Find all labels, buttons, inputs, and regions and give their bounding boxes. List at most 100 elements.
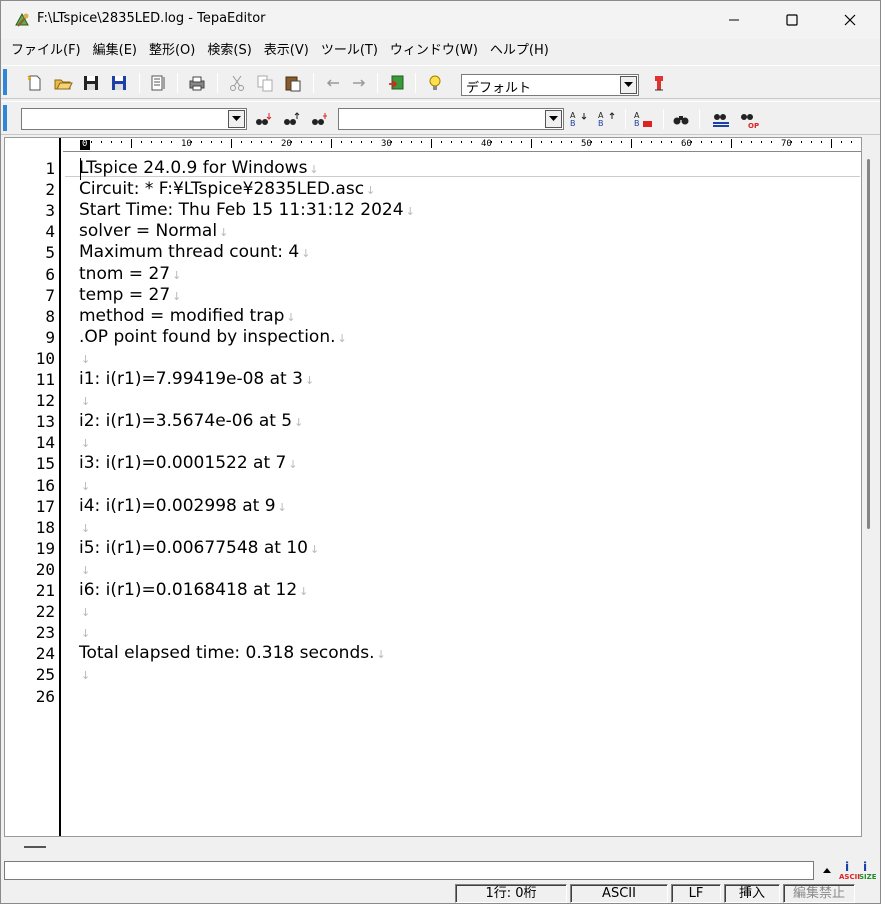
font-select[interactable]: デフォルト bbox=[461, 74, 639, 96]
replace-next-icon[interactable]: AB bbox=[569, 109, 589, 129]
editor-line[interactable]: i4: i(r1)=0.002998 at 9 ↓ bbox=[79, 496, 287, 518]
editor-line[interactable]: ↓ bbox=[79, 664, 90, 686]
chevron-down-icon[interactable] bbox=[620, 76, 637, 94]
save-icon[interactable] bbox=[81, 73, 101, 93]
editor-line-text: i4: i(r1)=0.002998 at 9 bbox=[79, 495, 276, 516]
replace-input[interactable] bbox=[338, 108, 564, 130]
print-icon[interactable] bbox=[187, 73, 207, 93]
toolbar-grip[interactable] bbox=[3, 105, 7, 131]
back-arrow-icon[interactable] bbox=[323, 73, 343, 93]
editor-line[interactable]: temp = 27 ↓ bbox=[79, 285, 181, 307]
replace-prev-icon[interactable]: AB bbox=[597, 109, 617, 129]
editor-line-text: i3: i(r1)=0.0001522 at 7 bbox=[79, 453, 287, 474]
editor-line[interactable]: Maximum thread count: 4 ↓ bbox=[79, 242, 310, 264]
ruler-tick bbox=[301, 141, 302, 143]
vertical-scroll-thumb[interactable] bbox=[867, 159, 870, 529]
ruler-tick bbox=[511, 141, 512, 143]
font-settings-icon[interactable] bbox=[649, 73, 669, 93]
editor-line[interactable]: LTspice 24.0.9 for Windows ↓ bbox=[79, 158, 319, 180]
find-op-icon[interactable]: OP bbox=[739, 109, 759, 129]
toolbar-separator bbox=[625, 109, 626, 129]
paste-icon[interactable] bbox=[283, 73, 303, 93]
vertical-scrollbar[interactable] bbox=[862, 137, 880, 837]
minimize-button[interactable] bbox=[705, 1, 763, 39]
line-break-marker: ↓ bbox=[81, 521, 91, 535]
editor-line[interactable]: ↓ bbox=[79, 475, 90, 497]
editor-line[interactable]: ↓ bbox=[79, 559, 90, 581]
horizontal-scrollbar[interactable] bbox=[4, 837, 862, 857]
ruler-tick bbox=[571, 141, 572, 143]
editor-line[interactable]: ↓ bbox=[79, 348, 90, 370]
editor-line[interactable]: Start Time: Thu Feb 15 11:31:12 2024 ↓ bbox=[79, 200, 415, 222]
toolbar-separator bbox=[177, 73, 178, 93]
ruler-tick bbox=[211, 141, 212, 143]
forward-arrow-icon[interactable] bbox=[349, 73, 369, 93]
jump-icon[interactable] bbox=[387, 73, 407, 93]
line-number: 4 bbox=[45, 222, 55, 242]
editor-line[interactable]: ↓ bbox=[79, 622, 90, 644]
line-number: 23 bbox=[35, 623, 55, 643]
editor-line[interactable]: solver = Normal ↓ bbox=[79, 221, 228, 243]
menu-search[interactable]: 検索(S) bbox=[201, 40, 257, 62]
line-number: 12 bbox=[35, 391, 55, 411]
encoding-status[interactable]: ASCII bbox=[570, 884, 668, 903]
close-button[interactable] bbox=[821, 1, 879, 39]
toolbar-grip[interactable] bbox=[3, 69, 7, 95]
ruler-tick bbox=[411, 141, 412, 143]
editor-line-text: solver = Normal bbox=[79, 221, 218, 242]
edit-lock-status[interactable]: 編集禁止 bbox=[783, 884, 855, 903]
save-as-icon[interactable] bbox=[109, 73, 129, 93]
menu-bar: ファイル(F) 編集(E) 整形(O) 検索(S) 表示(V) ツール(T) ウ… bbox=[1, 39, 880, 63]
chevron-down-icon[interactable] bbox=[228, 110, 245, 128]
ruler-tick bbox=[441, 141, 442, 143]
horizontal-scroll-thumb[interactable] bbox=[24, 846, 46, 848]
editor-line[interactable]: i5: i(r1)=0.00677548 at 10 ↓ bbox=[79, 538, 319, 560]
ruler-tick bbox=[361, 141, 362, 143]
editor-line[interactable]: i2: i(r1)=3.5674e-06 at 5 ↓ bbox=[79, 411, 303, 433]
menu-view[interactable]: 表示(V) bbox=[258, 40, 315, 62]
replace-all-icon[interactable]: AB bbox=[633, 109, 653, 129]
binoculars-icon[interactable] bbox=[671, 109, 691, 129]
menu-tools[interactable]: ツール(T) bbox=[315, 40, 384, 62]
menu-format[interactable]: 整形(O) bbox=[143, 40, 201, 62]
maximize-button[interactable] bbox=[763, 1, 821, 39]
find-all-icon[interactable] bbox=[309, 109, 329, 129]
ruler-tick bbox=[821, 141, 822, 143]
menu-help[interactable]: ヘルプ(H) bbox=[484, 40, 555, 62]
command-line-input[interactable] bbox=[4, 861, 814, 880]
editor-line[interactable]: i3: i(r1)=0.0001522 at 7 ↓ bbox=[79, 453, 298, 475]
open-file-icon[interactable] bbox=[53, 73, 73, 93]
chevron-down-icon[interactable] bbox=[545, 110, 562, 128]
editor-line[interactable]: .OP point found by inspection. ↓ bbox=[79, 327, 347, 349]
editor-line[interactable]: ↓ bbox=[79, 432, 90, 454]
insert-mode-status[interactable]: 挿入 bbox=[724, 884, 780, 903]
editor-line[interactable]: ↓ bbox=[79, 517, 90, 539]
line-ending-status[interactable]: LF bbox=[671, 884, 721, 903]
search-input[interactable] bbox=[21, 108, 247, 130]
editor-line[interactable]: ↓ bbox=[79, 390, 90, 412]
find-next-icon[interactable] bbox=[253, 109, 273, 129]
text-editor[interactable]: 1 2 3 4 5 6 7 8 9 10 11 12 13 14 15 16 17 18 19 20 21 22 23 24 2… bbox=[4, 137, 862, 837]
help-lightbulb-icon[interactable] bbox=[425, 73, 445, 93]
split-view-icon[interactable] bbox=[149, 73, 169, 93]
editor-line[interactable]: method = modified trap ↓ bbox=[79, 306, 296, 328]
editor-line[interactable]: ↓ bbox=[79, 601, 90, 623]
editor-line[interactable]: i6: i(r1)=0.0168418 at 12 ↓ bbox=[79, 580, 308, 602]
new-file-icon[interactable] bbox=[25, 73, 45, 93]
copy-icon[interactable] bbox=[255, 73, 275, 93]
ruler-tick bbox=[271, 141, 272, 143]
editor-line[interactable]: tnom = 27 ↓ bbox=[79, 264, 181, 286]
editor-line[interactable]: Total elapsed time: 0.318 seconds. ↓ bbox=[79, 643, 386, 665]
cut-icon[interactable] bbox=[227, 73, 247, 93]
editor-line[interactable]: Circuit: * F:¥LTspice¥2835LED.asc ↓ bbox=[79, 179, 375, 201]
editor-line[interactable]: i1: i(r1)=7.99419e-08 at 3 ↓ bbox=[79, 369, 314, 391]
column-ruler: 0 10 20 30 40 50 60 70 bbox=[63, 138, 861, 152]
line-number: 16 bbox=[35, 475, 55, 495]
line-break-marker: ↓ bbox=[309, 542, 320, 556]
menu-window[interactable]: ウィンドウ(W) bbox=[384, 40, 484, 62]
find-prev-icon[interactable] bbox=[281, 109, 301, 129]
menu-edit[interactable]: 編集(E) bbox=[87, 40, 143, 62]
menu-file[interactable]: ファイル(F) bbox=[5, 40, 87, 62]
ruler-tick bbox=[751, 141, 752, 143]
grep-icon[interactable] bbox=[711, 109, 731, 129]
